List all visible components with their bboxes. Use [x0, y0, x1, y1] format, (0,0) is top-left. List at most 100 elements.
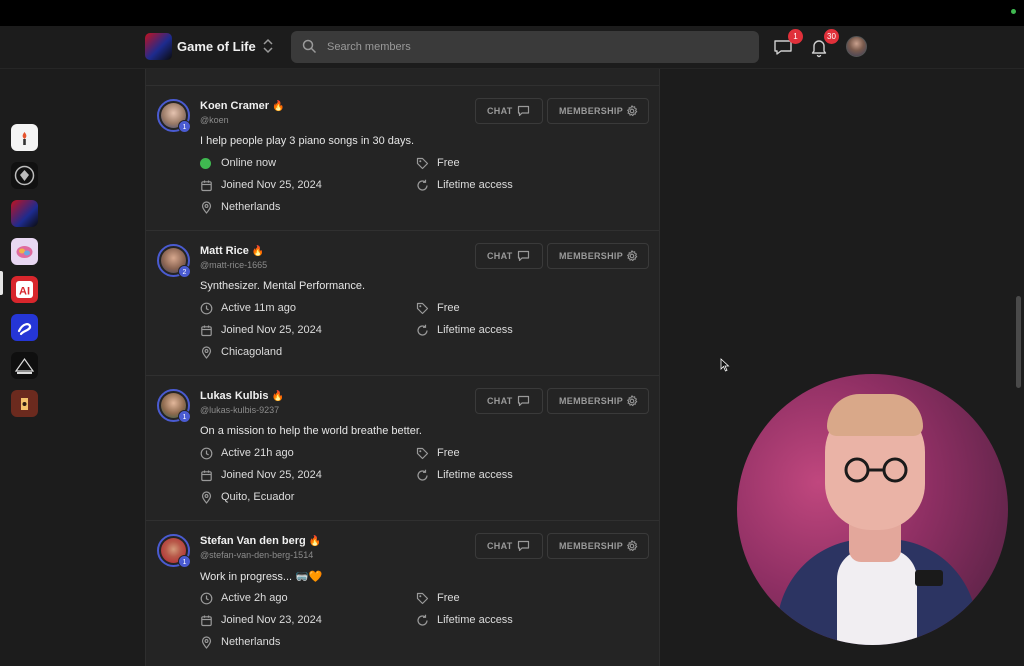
location-text: Netherlands: [221, 201, 281, 213]
location-pin-icon: [201, 491, 212, 504]
webcam-microphone: [915, 570, 943, 586]
ai-community-icon[interactable]: AI: [11, 276, 38, 303]
access-text: Lifetime access: [437, 469, 513, 481]
price-text: Free: [437, 302, 460, 314]
activity-text: Active 2h ago: [221, 592, 288, 604]
status-dot: [1011, 9, 1016, 14]
gear-icon: [627, 250, 638, 262]
chat-member-button[interactable]: CHAT: [475, 533, 543, 559]
chat-bubble-icon: [517, 250, 530, 262]
greatness-community-icon[interactable]: [11, 352, 38, 379]
user-avatar[interactable]: [846, 36, 867, 57]
helmet-community-icon[interactable]: [11, 162, 38, 189]
activity-text: Online now: [221, 157, 277, 169]
member-name-text: Matt Rice: [200, 245, 249, 257]
member-name-text: Stefan Van den berg: [200, 535, 306, 547]
membership-button[interactable]: MEMBERSHIP: [547, 533, 649, 559]
membership-button[interactable]: MEMBERSHIP: [547, 98, 649, 124]
calendar-icon: [201, 180, 212, 192]
member-handle: @lukas-kulbis-9237: [200, 405, 280, 415]
tag-icon: [416, 447, 429, 460]
location-pin-icon: [201, 201, 212, 214]
location-text: Chicagoland: [221, 346, 283, 358]
search-icon: [302, 39, 317, 54]
clock-icon: [200, 447, 213, 460]
chat-member-button[interactable]: CHAT: [475, 243, 543, 269]
webcam-hair: [827, 394, 923, 436]
member-handle: @koen: [200, 115, 229, 125]
community-logo[interactable]: [145, 33, 172, 60]
level-badge: 2: [178, 265, 191, 278]
member-card: 1 Koen Cramer 🔥 @koen I help people play …: [146, 85, 659, 230]
member-name[interactable]: Stefan Van den berg 🔥: [200, 535, 321, 547]
members-list: 1 Koen Cramer 🔥 @koen I help people play …: [145, 69, 660, 666]
fire-icon: 🔥: [272, 101, 285, 112]
access-text: Lifetime access: [437, 179, 513, 191]
os-top-bar: [0, 0, 1024, 26]
chat-badge: 1: [788, 29, 803, 44]
member-name[interactable]: Lukas Kulbis 🔥: [200, 390, 284, 402]
member-name[interactable]: Matt Rice 🔥: [200, 245, 264, 257]
member-name[interactable]: Koen Cramer 🔥: [200, 100, 285, 112]
activity-text: Active 11m ago: [221, 302, 297, 314]
price-text: Free: [437, 157, 460, 169]
community-title[interactable]: Game of Life: [177, 39, 256, 54]
chat-button[interactable]: 1: [770, 29, 803, 60]
active-community-marker: [0, 271, 3, 295]
level-badge: 1: [178, 555, 191, 568]
doorway-community-icon[interactable]: [11, 390, 38, 417]
refresh-icon: [417, 179, 428, 191]
mouse-cursor-icon: [720, 358, 730, 372]
chat-member-button[interactable]: CHAT: [475, 98, 543, 124]
member-avatar[interactable]: 1: [157, 99, 191, 133]
price-text: Free: [437, 447, 460, 459]
access-text: Lifetime access: [437, 324, 513, 336]
joined-text: Joined Nov 23, 2024: [221, 614, 322, 626]
clock-icon: [200, 302, 213, 315]
calendar-icon: [201, 325, 212, 337]
game-of-life-icon[interactable]: [11, 200, 38, 227]
member-avatar[interactable]: 2: [157, 244, 191, 278]
gear-icon: [627, 105, 638, 117]
chat-bubble-icon: [517, 540, 530, 552]
membership-button[interactable]: MEMBERSHIP: [547, 388, 649, 414]
member-avatar[interactable]: 1: [157, 534, 191, 568]
membership-button[interactable]: MEMBERSHIP: [547, 243, 649, 269]
activity-text: Active 21h ago: [221, 447, 294, 459]
brain-community-icon[interactable]: [11, 238, 38, 265]
search-bar[interactable]: [291, 31, 759, 63]
access-text: Lifetime access: [437, 614, 513, 626]
refresh-icon: [417, 614, 428, 626]
torch-community-icon[interactable]: [11, 124, 38, 151]
membership-button-label: MEMBERSHIP: [559, 541, 624, 551]
member-name-text: Lukas Kulbis: [200, 390, 269, 402]
member-card: 2 Matt Rice 🔥 @matt-rice-1665 Synthesizer…: [146, 230, 659, 375]
online-status-icon: [200, 158, 211, 169]
price-text: Free: [437, 592, 460, 604]
chevron-up-down-icon[interactable]: [262, 37, 274, 55]
tag-icon: [416, 592, 429, 605]
member-handle: @matt-rice-1665: [200, 260, 268, 270]
member-avatar[interactable]: 1: [157, 389, 191, 423]
membership-button-label: MEMBERSHIP: [559, 251, 624, 261]
member-bio: On a mission to help the world breathe b…: [200, 425, 422, 437]
notifications-badge: 30: [824, 29, 839, 44]
fire-icon: 🔥: [308, 536, 322, 547]
page-scrollbar[interactable]: [1016, 296, 1021, 388]
location-text: Quito, Ecuador: [221, 491, 295, 503]
chat-member-button[interactable]: CHAT: [475, 388, 543, 414]
location-text: Netherlands: [221, 636, 281, 648]
swirl-community-icon[interactable]: [11, 314, 38, 341]
notifications-button[interactable]: 30: [806, 29, 839, 60]
membership-button-label: MEMBERSHIP: [559, 106, 624, 116]
search-input[interactable]: [327, 31, 747, 63]
header: Game of Life 1 30: [0, 26, 1024, 69]
member-bio: Synthesizer. Mental Performance.: [200, 280, 366, 292]
chat-bubble-icon: [517, 395, 530, 407]
member-handle: @stefan-van-den-berg-1514: [200, 550, 314, 560]
chat-button-label: CHAT: [487, 396, 513, 406]
member-name-text: Koen Cramer: [200, 100, 270, 112]
location-pin-icon: [201, 346, 212, 359]
joined-text: Joined Nov 25, 2024: [221, 324, 322, 336]
chat-button-label: CHAT: [487, 106, 513, 116]
